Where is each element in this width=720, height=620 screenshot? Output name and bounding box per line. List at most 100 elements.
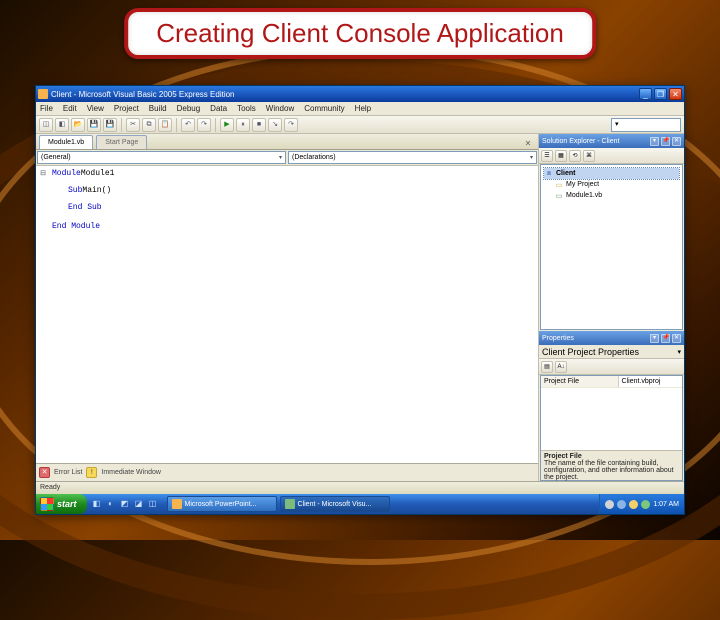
outline-collapse-icon[interactable]: ⊟: [38, 169, 48, 178]
tree-item-label: Client: [556, 170, 575, 177]
close-panel-button[interactable]: ✕: [672, 137, 681, 146]
dropdown-icon: ▾: [677, 348, 681, 356]
stop-button[interactable]: ■: [252, 118, 266, 132]
properties-title[interactable]: Properties ▾ 📌 ✕: [539, 331, 684, 345]
properties-label: Properties: [542, 335, 574, 342]
tray-icon[interactable]: [605, 500, 614, 509]
properties-toolbar: ▤ A↓: [539, 359, 684, 375]
tree-item-module1[interactable]: ▭ Module1.vb: [544, 190, 679, 201]
slide-title: Creating Client Console Application: [156, 18, 564, 49]
menu-edit[interactable]: Edit: [63, 104, 77, 113]
menu-community[interactable]: Community: [304, 104, 344, 113]
tree-item-myproject[interactable]: ▭ My Project: [544, 179, 679, 190]
properties-panel: Properties ▾ 📌 ✕ Client Project Properti…: [539, 331, 684, 481]
properties-object-selector[interactable]: Client Project Properties ▾: [539, 345, 684, 359]
taskbar-button-powerpoint[interactable]: Microsoft PowerPoint...: [167, 496, 277, 512]
toolbar-separator: [121, 118, 122, 132]
solution-tree[interactable]: ⧈ Client ▭ My Project ▭ Module1.vb: [540, 164, 683, 330]
property-row[interactable]: Project File Client.vbproj: [541, 376, 682, 388]
tree-root-project[interactable]: ⧈ Client: [544, 168, 679, 179]
save-button[interactable]: 💾: [87, 118, 101, 132]
paste-button[interactable]: 📋: [158, 118, 172, 132]
code-editor[interactable]: ⊟ Module Module1 Sub Main() End Sub End …: [36, 166, 538, 463]
property-key: Project File: [541, 376, 619, 387]
alphabetical-button[interactable]: A↓: [555, 361, 567, 373]
minimize-button[interactable]: _: [639, 88, 652, 100]
tab-module1[interactable]: Module1.vb: [39, 135, 93, 149]
pause-button[interactable]: ⏸: [236, 118, 250, 132]
scope-selector-method[interactable]: (Declarations): [288, 151, 537, 164]
dropdown-icon[interactable]: ▾: [650, 334, 659, 343]
system-tray[interactable]: 1:07 AM: [599, 494, 684, 514]
solution-explorer-title[interactable]: Solution Explorer - Client ▾ 📌 ✕: [539, 134, 684, 148]
immediate-window-icon: !: [86, 467, 97, 478]
dropdown-icon[interactable]: ▾: [650, 137, 659, 146]
refresh-button[interactable]: ⟲: [569, 150, 581, 162]
clock[interactable]: 1:07 AM: [653, 501, 679, 508]
bottom-tool-window-tabs: ✕ Error List ! Immediate Window: [36, 463, 538, 481]
show-all-files-button[interactable]: ▦: [555, 150, 567, 162]
tray-icon[interactable]: [629, 500, 638, 509]
tray-icon[interactable]: [641, 500, 650, 509]
pin-icon[interactable]: 📌: [661, 334, 670, 343]
menu-build[interactable]: Build: [149, 104, 167, 113]
visual-studio-icon: [285, 499, 295, 509]
immediate-window-tab[interactable]: Immediate Window: [101, 469, 161, 476]
menu-file[interactable]: File: [40, 104, 53, 113]
quick-launch-icon[interactable]: ◪: [133, 497, 145, 511]
property-description: Project File The name of the file contai…: [541, 450, 682, 480]
menu-project[interactable]: Project: [114, 104, 139, 113]
tab-close-button[interactable]: ✕: [523, 139, 533, 149]
open-file-button[interactable]: 📂: [71, 118, 85, 132]
menu-help[interactable]: Help: [355, 104, 371, 113]
tree-item-label: My Project: [566, 181, 599, 188]
add-item-button[interactable]: ◧: [55, 118, 69, 132]
error-list-tab[interactable]: Error List: [54, 469, 82, 476]
menu-view[interactable]: View: [87, 104, 104, 113]
window-titlebar[interactable]: Client - Microsoft Visual Basic 2005 Exp…: [36, 86, 684, 102]
menu-window[interactable]: Window: [266, 104, 294, 113]
maximize-button[interactable]: ❐: [654, 88, 667, 100]
close-button[interactable]: ✕: [669, 88, 682, 100]
copy-button[interactable]: ⧉: [142, 118, 156, 132]
step-over-button[interactable]: ↷: [284, 118, 298, 132]
properties-button[interactable]: ☰: [541, 150, 553, 162]
error-list-icon: ✕: [39, 467, 50, 478]
toolbar-separator: [215, 118, 216, 132]
vs2005-window: Client - Microsoft Visual Basic 2005 Exp…: [35, 85, 685, 515]
property-desc-title: Project File: [544, 453, 679, 460]
windows-taskbar: start ◧ ◐ ◩ ◪ ◫ Microsoft PowerPoint... …: [36, 494, 684, 514]
tab-start-page[interactable]: Start Page: [96, 135, 147, 149]
pin-icon[interactable]: 📌: [661, 137, 670, 146]
start-button[interactable]: start: [36, 494, 87, 514]
property-desc-body: The name of the file containing build, c…: [544, 460, 679, 481]
menu-bar: File Edit View Project Build Debug Data …: [36, 102, 684, 116]
save-all-button[interactable]: 💾: [103, 118, 117, 132]
close-panel-button[interactable]: ✕: [672, 334, 681, 343]
tray-icon[interactable]: [617, 500, 626, 509]
powerpoint-icon: [172, 499, 182, 509]
taskbar-button-visualstudio[interactable]: Client - Microsoft Visu...: [280, 496, 390, 512]
undo-button[interactable]: ↶: [181, 118, 195, 132]
start-label: start: [57, 499, 77, 509]
cut-button[interactable]: ✂: [126, 118, 140, 132]
properties-grid[interactable]: Project File Client.vbproj Project File …: [540, 375, 683, 481]
code-keyword: End Module: [52, 222, 100, 231]
quick-launch-icon[interactable]: ◫: [147, 497, 159, 511]
start-debugging-button[interactable]: ▶: [220, 118, 234, 132]
scope-selector-object[interactable]: (General): [37, 151, 286, 164]
redo-button[interactable]: ↷: [197, 118, 211, 132]
quick-launch-icon[interactable]: ◐: [105, 497, 117, 511]
categorized-button[interactable]: ▤: [541, 361, 553, 373]
quick-launch-icon[interactable]: ◧: [91, 497, 103, 511]
new-project-button[interactable]: ◫: [39, 118, 53, 132]
slide-title-box: Creating Client Console Application: [124, 8, 596, 59]
menu-tools[interactable]: Tools: [237, 104, 256, 113]
view-code-button[interactable]: ⌘: [583, 150, 595, 162]
solution-explorer-label: Solution Explorer - Client: [542, 138, 619, 145]
quick-launch-icon[interactable]: ◩: [119, 497, 131, 511]
menu-data[interactable]: Data: [210, 104, 227, 113]
configuration-dropdown[interactable]: ▾: [611, 118, 681, 132]
menu-debug[interactable]: Debug: [177, 104, 201, 113]
step-into-button[interactable]: ↘: [268, 118, 282, 132]
